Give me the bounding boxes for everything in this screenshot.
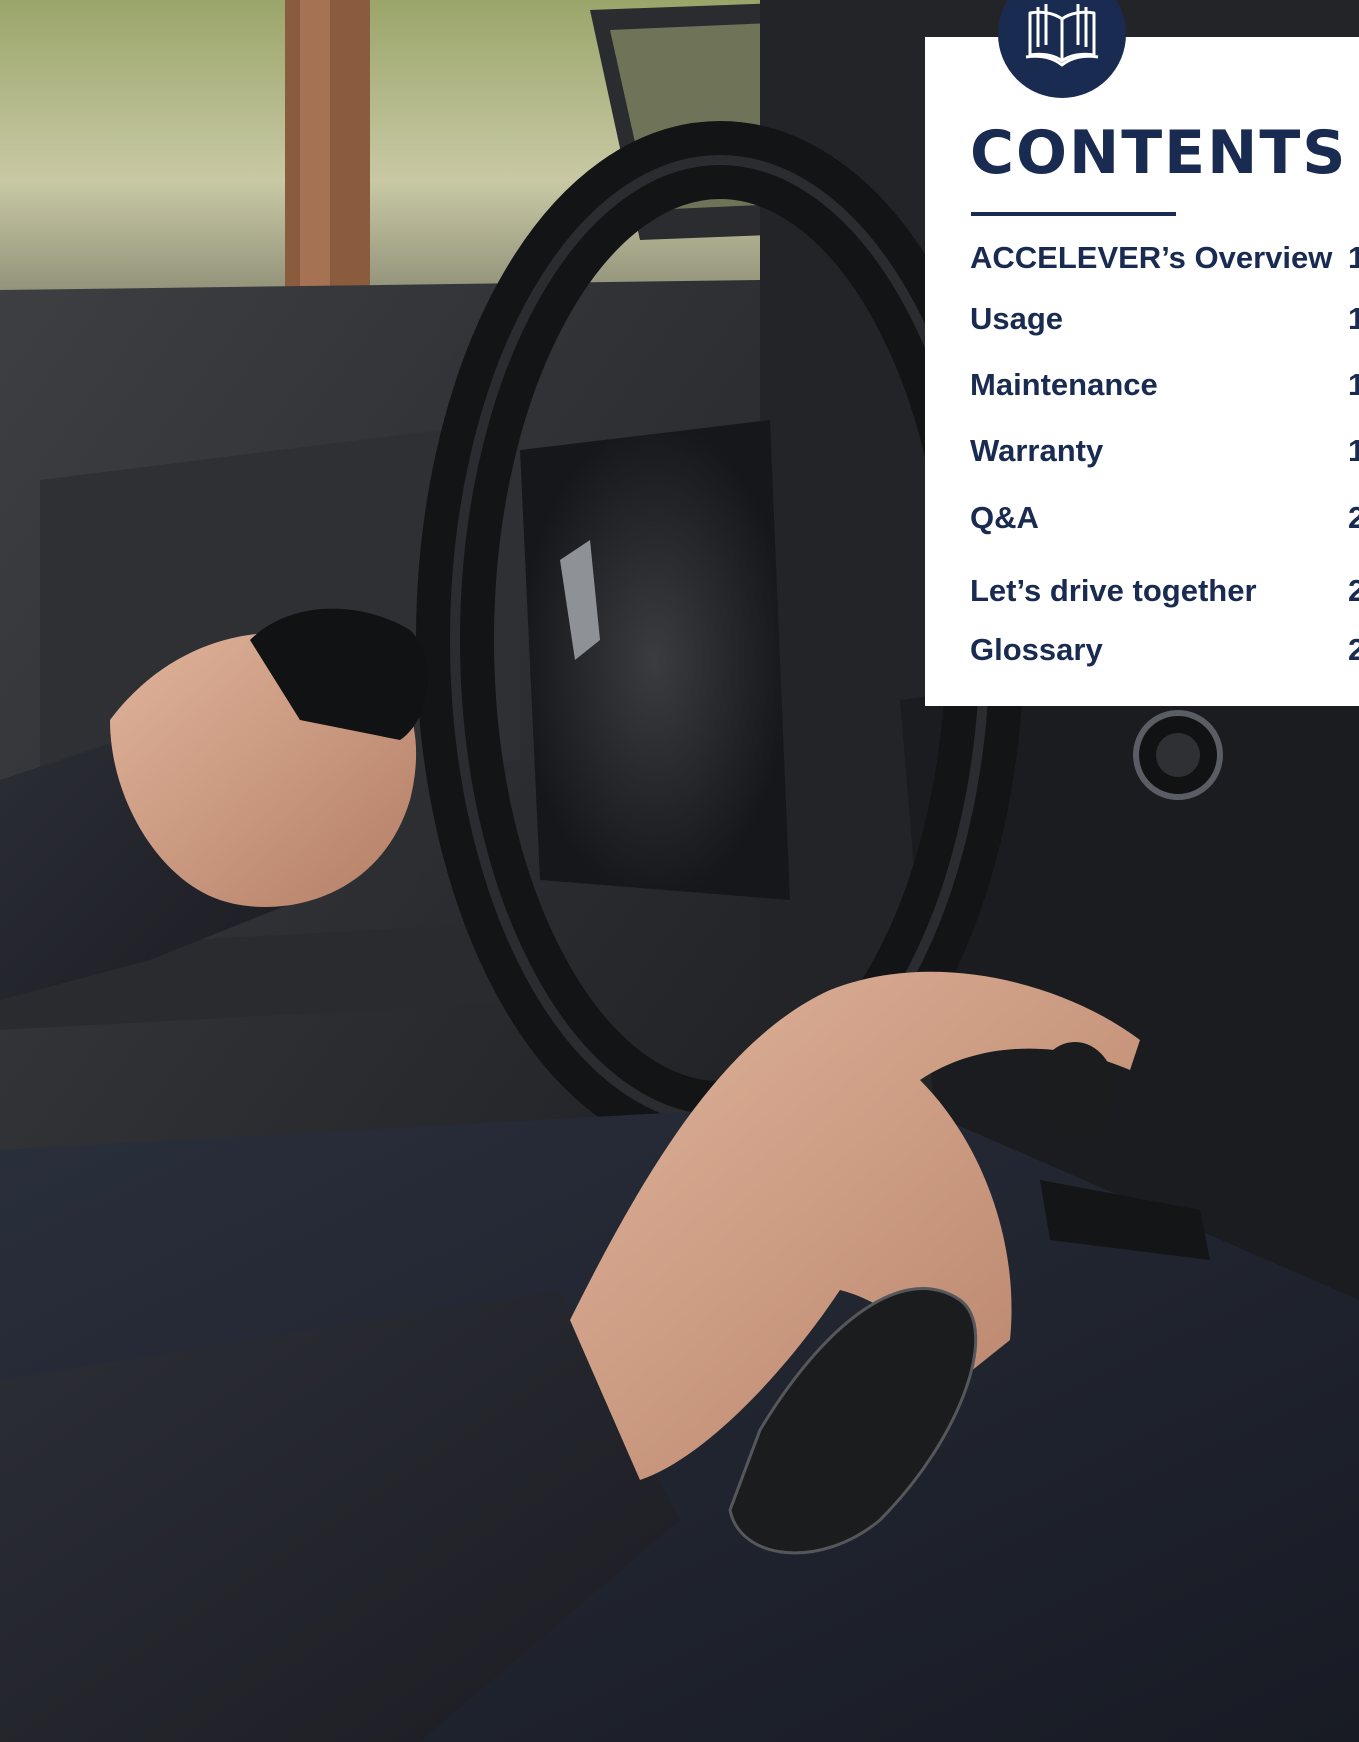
document-page: CONTENTS ACCELEVER’s Overview 1 Usage 1 …: [0, 0, 1359, 1742]
toc-item-page: 1: [1348, 367, 1359, 402]
toc-item-page: 2: [1348, 573, 1359, 608]
toc-item-label: Q&A: [970, 500, 1039, 535]
toc-item-maintenance[interactable]: Maintenance 1: [970, 367, 1359, 407]
toc-item-warranty[interactable]: Warranty 1: [970, 433, 1359, 473]
toc-item-label: Usage: [970, 301, 1064, 336]
toc-item-overview[interactable]: ACCELEVER’s Overview 1: [970, 240, 1359, 280]
toc-item-page: 1: [1348, 301, 1359, 336]
toc-item-page: 1: [1348, 240, 1359, 275]
toc-item-usage[interactable]: Usage 1: [970, 301, 1359, 341]
contents-title: CONTENTS: [970, 118, 1348, 188]
toc-item-glossary[interactable]: Glossary 2: [970, 632, 1359, 672]
title-divider: [971, 212, 1176, 216]
toc-item-label: Glossary: [970, 632, 1103, 667]
toc-item-page: 2: [1348, 500, 1359, 535]
toc-item-label: Warranty: [970, 433, 1104, 468]
toc-item-page: 1: [1348, 433, 1359, 468]
toc-item-page: 2: [1348, 632, 1359, 667]
toc-item-label: Maintenance: [970, 367, 1158, 402]
toc-item-qa[interactable]: Q&A 2: [970, 500, 1359, 540]
toc-item-label: Let’s drive together: [970, 573, 1257, 608]
toc-item-drive-together[interactable]: Let’s drive together 2: [970, 573, 1359, 613]
toc-item-label: ACCELEVER’s Overview: [970, 240, 1333, 275]
